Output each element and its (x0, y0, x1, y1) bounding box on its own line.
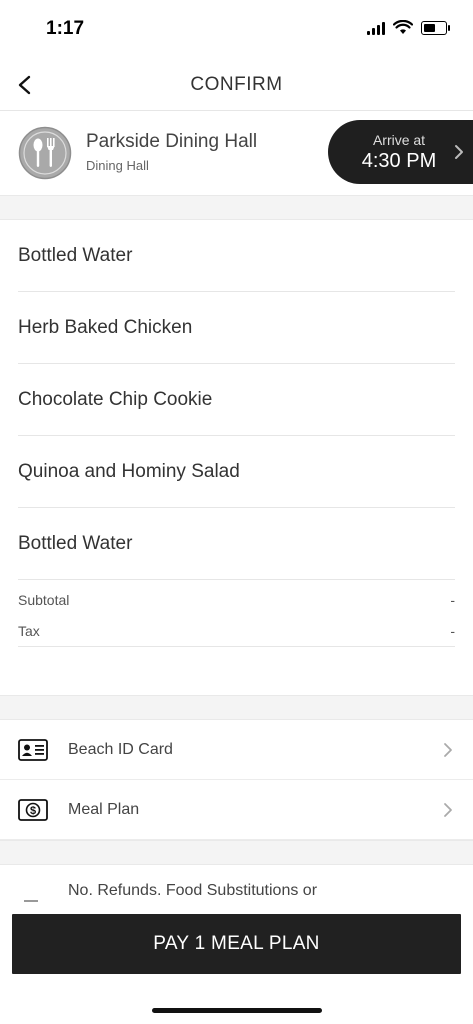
chevron-right-icon (444, 803, 452, 817)
id-card-icon (18, 739, 48, 761)
item-label: Bottled Water (18, 533, 133, 554)
dollar-icon: $ (18, 799, 48, 821)
payment-method-label: Beach ID Card (68, 741, 173, 758)
subtotal-value: - (450, 592, 455, 608)
svg-text:$: $ (30, 805, 36, 817)
list-item: Herb Baked Chicken (18, 292, 455, 364)
subtotal-row: Subtotal - (18, 584, 455, 615)
order-totals: Subtotal - Tax - (18, 584, 455, 647)
disclaimer-text: No. Refunds. Food Substitutions or (68, 882, 318, 899)
payment-method-id-card[interactable]: Beach ID Card (0, 720, 473, 780)
tax-value: - (450, 623, 455, 639)
list-item: Quinoa and Hominy Salad (18, 436, 455, 508)
tax-label: Tax (18, 623, 40, 639)
battery-level (424, 23, 435, 32)
arrive-time-button[interactable]: Arrive at 4:30 PM (328, 120, 473, 184)
status-icons (367, 20, 450, 35)
section-divider (0, 695, 473, 720)
wifi-icon (393, 20, 413, 34)
page-title: CONFIRM (190, 74, 283, 95)
item-label: Bottled Water (18, 245, 133, 266)
item-label: Chocolate Chip Cookie (18, 389, 213, 410)
chevron-right-icon (455, 145, 463, 159)
location-header: Parkside Dining Hall Dining Hall Arrive … (0, 111, 473, 195)
battery-icon (421, 20, 450, 35)
status-time: 1:17 (46, 18, 85, 39)
payment-method-meal-plan[interactable]: $ Meal Plan (0, 780, 473, 840)
location-type: Dining Hall (86, 158, 149, 173)
payment-method-label: Meal Plan (68, 801, 140, 818)
home-indicator[interactable] (152, 1008, 322, 1013)
status-bar: 1:17 (0, 0, 473, 60)
pay-button[interactable]: PAY 1 MEAL PLAN (12, 914, 461, 974)
item-label: Quinoa and Hominy Salad (18, 461, 240, 482)
nav-bar: CONFIRM (0, 60, 473, 111)
tax-row: Tax - (18, 615, 455, 647)
item-label: Herb Baked Chicken (18, 317, 193, 338)
location-name: Parkside Dining Hall (86, 131, 258, 152)
list-item: Chocolate Chip Cookie (18, 364, 455, 436)
list-item: Bottled Water (18, 508, 455, 580)
order-items-list: Bottled Water Herb Baked Chicken Chocola… (0, 220, 473, 580)
agreement-checkbox[interactable] (24, 900, 38, 906)
section-divider (0, 840, 473, 865)
cellular-signal-icon (367, 21, 385, 35)
section-divider (0, 195, 473, 220)
subtotal-label: Subtotal (18, 592, 70, 608)
utensils-icon (18, 126, 72, 180)
list-item: Bottled Water (18, 220, 455, 292)
arrive-time: 4:30 PM (361, 150, 437, 172)
arrive-label: Arrive at (372, 132, 426, 148)
chevron-right-icon (444, 743, 452, 757)
